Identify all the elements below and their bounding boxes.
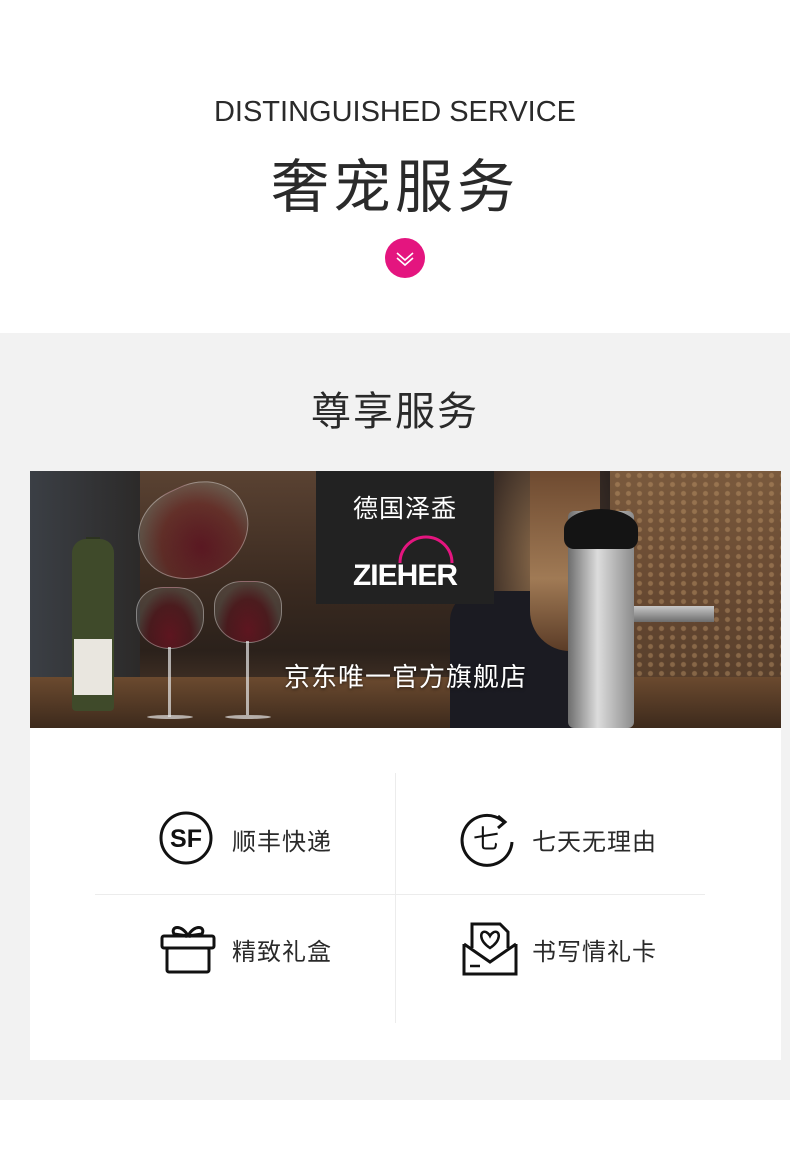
- chevron-down-icon[interactable]: [385, 238, 425, 278]
- title-english: DISTINGUISHED SERVICE: [213, 96, 577, 128]
- brand-logo-wordmark: ZIEHER: [352, 559, 458, 592]
- service-grid: SF 顺丰快递 七 七天无理由 精致礼盒 书写情礼卡: [30, 728, 781, 1060]
- store-slogan: 京东唯一官方旗舰店: [283, 663, 527, 693]
- wine-glass-foot: [225, 715, 271, 719]
- wine-glass-foot: [147, 715, 193, 719]
- service-label: 七天无理由: [532, 828, 657, 856]
- beer-tap-top: [564, 509, 638, 549]
- header-section: DISTINGUISHED SERVICE 奢宠服务: [0, 0, 790, 333]
- seven-day-return-icon: 七: [460, 813, 514, 867]
- brand-banner[interactable]: 德国泽盉 ZIEHER 京东唯一官方旗舰店: [30, 471, 781, 728]
- wine-glass-right: [214, 581, 282, 643]
- svg-text:SF: SF: [170, 825, 202, 853]
- service-section: 尊享服务 德国泽盉 ZIEHER 京东唯一官方旗舰店 SF 顺丰快递 七 七天无…: [0, 333, 790, 1100]
- grid-divider-horizontal: [95, 894, 705, 895]
- wine-glass-left: [136, 587, 204, 649]
- service-label: 书写情礼卡: [532, 938, 657, 966]
- section-title: 尊享服务: [311, 389, 479, 435]
- sf-express-icon: SF: [159, 811, 213, 865]
- service-item-seven-day-return: 七 七天无理由: [458, 808, 718, 868]
- greeting-card-icon: [462, 922, 518, 976]
- brand-logo-box: 德国泽盉 ZIEHER: [316, 471, 494, 604]
- service-label: 精致礼盒: [232, 938, 332, 966]
- service-item-gift-box: 精致礼盒: [158, 918, 418, 978]
- beer-tap-arm: [634, 606, 714, 622]
- title-chinese: 奢宠服务: [270, 153, 519, 221]
- brand-name-chinese: 德国泽盉: [352, 494, 457, 523]
- service-item-sf-express: SF 顺丰快递: [158, 808, 418, 868]
- svg-text:七: 七: [473, 825, 499, 855]
- service-item-greeting-card: 书写情礼卡: [458, 918, 718, 978]
- gift-box-icon: [160, 926, 216, 974]
- service-label: 顺丰快递: [232, 828, 332, 856]
